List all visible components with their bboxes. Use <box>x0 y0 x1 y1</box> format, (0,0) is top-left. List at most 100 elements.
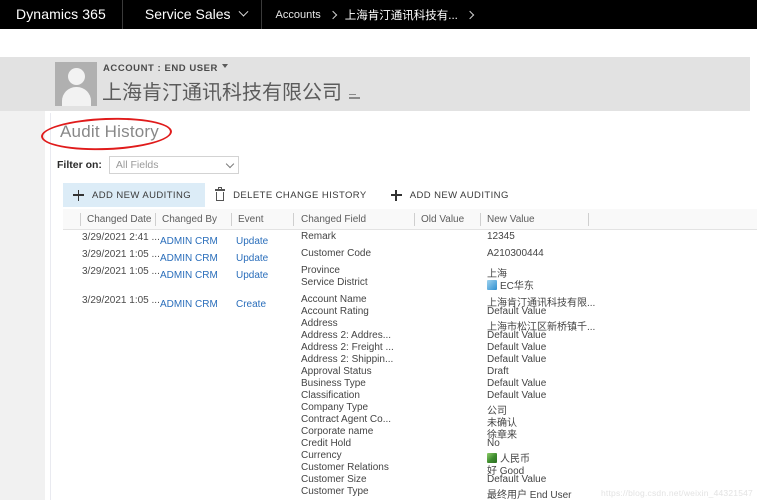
delete-change-history-button[interactable]: DELETE CHANGE HISTORY <box>205 183 381 207</box>
panel-divider <box>50 113 51 500</box>
cell-event[interactable]: Update <box>236 236 268 247</box>
chevron-right-icon <box>329 10 337 18</box>
cell-changed-field: Customer Type <box>301 486 369 497</box>
cell-new-value-text: Default Value <box>487 306 546 317</box>
cell-new-value-text: Default Value <box>487 378 546 389</box>
nav-underbar <box>0 29 757 57</box>
left-rail <box>0 111 45 500</box>
cell-new-value: Draft <box>487 366 509 377</box>
col-sep-3 <box>293 213 294 226</box>
cell-new-value: Default Value <box>487 342 546 353</box>
add-new-auditing-label: ADD NEW AUDITING <box>92 190 191 201</box>
cell-new-value: EC华东 <box>487 277 534 292</box>
plus-icon <box>391 190 402 201</box>
dynamics-brand-label[interactable]: Dynamics 365 <box>0 0 123 29</box>
table-row[interactable]: 3/29/2021 1:05 ...ADMIN CRMUpdateCustome… <box>63 248 757 260</box>
col-sep-2 <box>231 213 232 226</box>
page-title: 上海肯汀通讯科技有限公司 <box>102 76 360 105</box>
cell-event[interactable]: Update <box>236 270 268 281</box>
cell-changed-field: Address 2: Freight ... <box>301 342 394 353</box>
cell-new-value: Default Value <box>487 306 546 317</box>
col-sep-5 <box>480 213 481 226</box>
column-header-old-value[interactable]: Old Value <box>421 209 464 230</box>
breadcrumb: Accounts 上海肯汀通讯科技有... <box>262 0 473 29</box>
add-new-auditing-button-2[interactable]: ADD NEW AUDITING <box>381 183 523 207</box>
more-lines-icon[interactable] <box>349 94 360 99</box>
cell-changed-by[interactable]: ADMIN CRM <box>160 236 218 247</box>
record-type-text: ACCOUNT : END USER <box>103 63 218 74</box>
filter-on-value: All Fields <box>116 159 159 171</box>
cell-event[interactable]: Update <box>236 253 268 264</box>
col-sep-6 <box>588 213 589 226</box>
cell-new-value-text: No <box>487 438 500 449</box>
command-bar: ADD NEW AUDITING DELETE CHANGE HISTORY A… <box>63 183 757 207</box>
cell-new-value: Default Value <box>487 390 546 401</box>
top-navigation-bar: Dynamics 365 Service Sales Accounts 上海肯汀… <box>0 0 757 29</box>
app-switcher[interactable]: Service Sales <box>123 0 262 29</box>
cell-changed-by[interactable]: ADMIN CRM <box>160 299 218 310</box>
column-header-event[interactable]: Event <box>238 209 264 230</box>
column-header-changed-date[interactable]: Changed Date <box>87 209 152 230</box>
cell-changed-field: Address 2: Shippin... <box>301 354 393 365</box>
cell-new-value-text: Default Value <box>487 354 546 365</box>
currency-green-icon <box>487 453 497 463</box>
record-title-text: 上海肯汀通讯科技有限公司 <box>102 76 342 105</box>
cell-new-value-text: 12345 <box>487 231 515 242</box>
column-header-changed-by[interactable]: Changed By <box>162 209 217 230</box>
cell-new-value-text: Default Value <box>487 342 546 353</box>
filter-on-select[interactable]: All Fields <box>109 156 239 174</box>
cell-changed-by[interactable]: ADMIN CRM <box>160 253 218 264</box>
cell-new-value-text: Draft <box>487 366 509 377</box>
cell-event[interactable]: Create <box>236 299 266 310</box>
column-header-new-value[interactable]: New Value <box>487 209 535 230</box>
cell-changed-field: Approval Status <box>301 366 372 377</box>
cell-new-value-text: EC华东 <box>500 277 534 292</box>
cell-changed-field: Service District <box>301 277 368 288</box>
column-header-changed-field[interactable]: Changed Field <box>301 209 366 230</box>
cell-changed-field: Account Rating <box>301 306 369 317</box>
cell-changed-date: 3/29/2021 1:05 ... <box>82 249 160 260</box>
table-row[interactable]: 3/29/2021 1:05 ...ADMIN CRMCreateAccount… <box>63 294 757 498</box>
cell-new-value-text: Default Value <box>487 330 546 341</box>
cell-changed-field: Contract Agent Co... <box>301 414 391 425</box>
cell-changed-field: Customer Code <box>301 248 371 259</box>
cell-changed-field: Currency <box>301 450 342 461</box>
cell-changed-by[interactable]: ADMIN CRM <box>160 270 218 281</box>
cell-new-value: 12345 <box>487 231 515 242</box>
watermark: https://blog.csdn.net/weixin_44321547 <box>601 488 753 498</box>
breadcrumb-item-accounts[interactable]: Accounts <box>276 9 321 21</box>
table-row[interactable]: 3/29/2021 2:41 ...ADMIN CRMUpdateRemark1… <box>63 231 757 243</box>
cell-changed-field: Address <box>301 318 338 329</box>
cell-changed-field: Remark <box>301 231 336 242</box>
cell-changed-date: 3/29/2021 2:41 ... <box>82 232 160 243</box>
filter-row: Filter on: All Fields <box>57 156 239 174</box>
breadcrumb-item-current[interactable]: 上海肯汀通讯科技有... <box>345 7 458 23</box>
plus-icon <box>73 190 84 201</box>
cell-new-value-text: Default Value <box>487 474 546 485</box>
avatar-body-shape <box>62 87 91 106</box>
cell-changed-field: Business Type <box>301 378 366 389</box>
add-new-auditing-label-2: ADD NEW AUDITING <box>410 190 509 201</box>
cell-changed-field: Classification <box>301 390 360 401</box>
cell-new-value: Default Value <box>487 474 546 485</box>
cell-new-value: 最终用户 End User <box>487 486 571 501</box>
delete-change-history-label: DELETE CHANGE HISTORY <box>233 190 367 201</box>
cell-changed-field: Account Name <box>301 294 367 305</box>
lookup-blue-icon <box>487 280 497 290</box>
avatar <box>55 62 97 106</box>
col-sep-4 <box>414 213 415 226</box>
filter-label: Filter on: <box>57 159 102 171</box>
audit-grid-header: Changed Date Changed By Event Changed Fi… <box>63 209 757 230</box>
chevron-right-icon-2[interactable] <box>466 10 474 18</box>
app-name-label: Service Sales <box>145 0 231 29</box>
section-title: Audit History <box>60 122 159 142</box>
table-row[interactable]: 3/29/2021 1:05 ...ADMIN CRMUpdateProvinc… <box>63 265 757 289</box>
cell-changed-field: Customer Size <box>301 474 367 485</box>
cell-new-value: Default Value <box>487 378 546 389</box>
caret-down-icon[interactable] <box>222 64 228 68</box>
cell-changed-field: Corporate name <box>301 426 373 437</box>
chevron-down-icon[interactable] <box>238 7 248 17</box>
col-sep-1 <box>155 213 156 226</box>
chevron-down-icon[interactable] <box>226 160 234 168</box>
add-new-auditing-button[interactable]: ADD NEW AUDITING <box>63 183 205 207</box>
